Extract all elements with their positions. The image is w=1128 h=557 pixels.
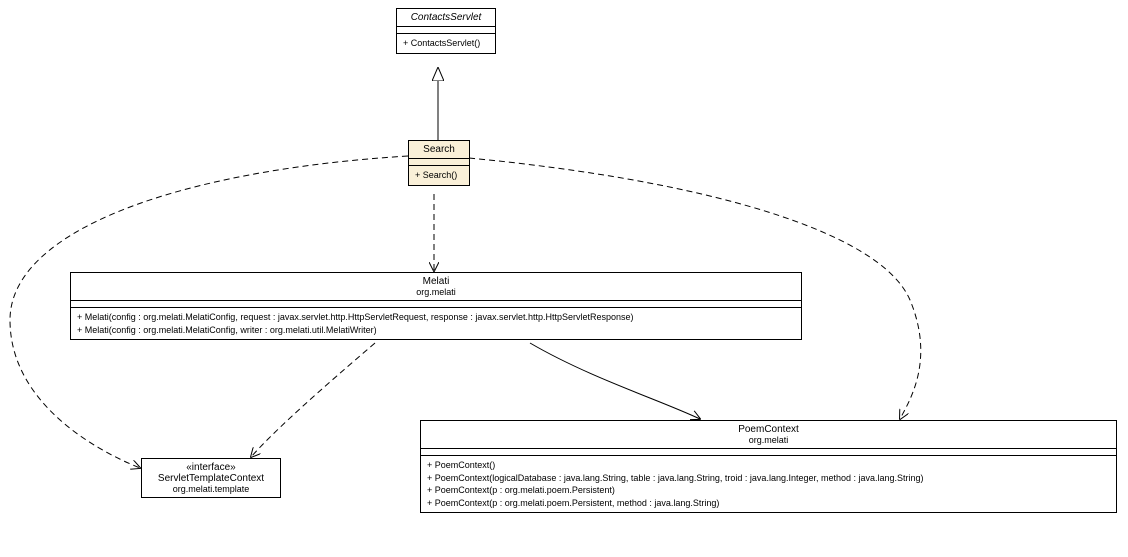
- class-methods: + Search(): [409, 166, 469, 185]
- class-name: PoemContext: [429, 424, 1108, 435]
- class-search: Search + Search(): [408, 140, 470, 186]
- class-attributes-empty: [421, 449, 1116, 456]
- method-item: + PoemContext(): [427, 459, 1110, 472]
- class-name: ContactsServlet: [411, 12, 482, 23]
- class-methods: + ContactsServlet(): [397, 34, 495, 53]
- class-attributes-empty: [409, 159, 469, 166]
- method-item: + ContactsServlet(): [403, 37, 489, 50]
- class-name: ServletTemplateContext: [150, 473, 272, 484]
- class-title: «interface» ServletTemplateContext org.m…: [142, 459, 280, 497]
- class-melati: Melati org.melati + Melati(config : org.…: [70, 272, 802, 340]
- class-stereotype: «interface»: [150, 462, 272, 473]
- class-methods: + Melati(config : org.melati.MelatiConfi…: [71, 308, 801, 339]
- class-servlet-template-context: «interface» ServletTemplateContext org.m…: [141, 458, 281, 498]
- class-attributes-empty: [71, 301, 801, 308]
- class-contacts-servlet: ContactsServlet + ContactsServlet(): [396, 8, 496, 54]
- method-item: + PoemContext(p : org.melati.poem.Persis…: [427, 497, 1110, 510]
- class-title: Search: [409, 141, 469, 159]
- class-attributes-empty: [397, 27, 495, 34]
- class-name: Melati: [79, 276, 793, 287]
- edge-association-melati-poemcontext: [530, 343, 700, 419]
- method-item: + Melati(config : org.melati.MelatiConfi…: [77, 324, 795, 337]
- method-item: + PoemContext(logicalDatabase : java.lan…: [427, 472, 1110, 485]
- class-methods: + PoemContext() + PoemContext(logicalDat…: [421, 456, 1116, 512]
- class-name: Search: [423, 144, 455, 155]
- class-package: org.melati: [79, 287, 793, 297]
- method-item: + Melati(config : org.melati.MelatiConfi…: [77, 311, 795, 324]
- class-package: org.melati: [429, 435, 1108, 445]
- class-poem-context: PoemContext org.melati + PoemContext() +…: [420, 420, 1117, 513]
- class-title: ContactsServlet: [397, 9, 495, 27]
- class-package: org.melati.template: [150, 484, 272, 494]
- class-title: PoemContext org.melati: [421, 421, 1116, 449]
- edge-dependency-melati-servlettemplatecontext: [251, 343, 375, 457]
- method-item: + Search(): [415, 169, 463, 182]
- class-title: Melati org.melati: [71, 273, 801, 301]
- method-item: + PoemContext(p : org.melati.poem.Persis…: [427, 484, 1110, 497]
